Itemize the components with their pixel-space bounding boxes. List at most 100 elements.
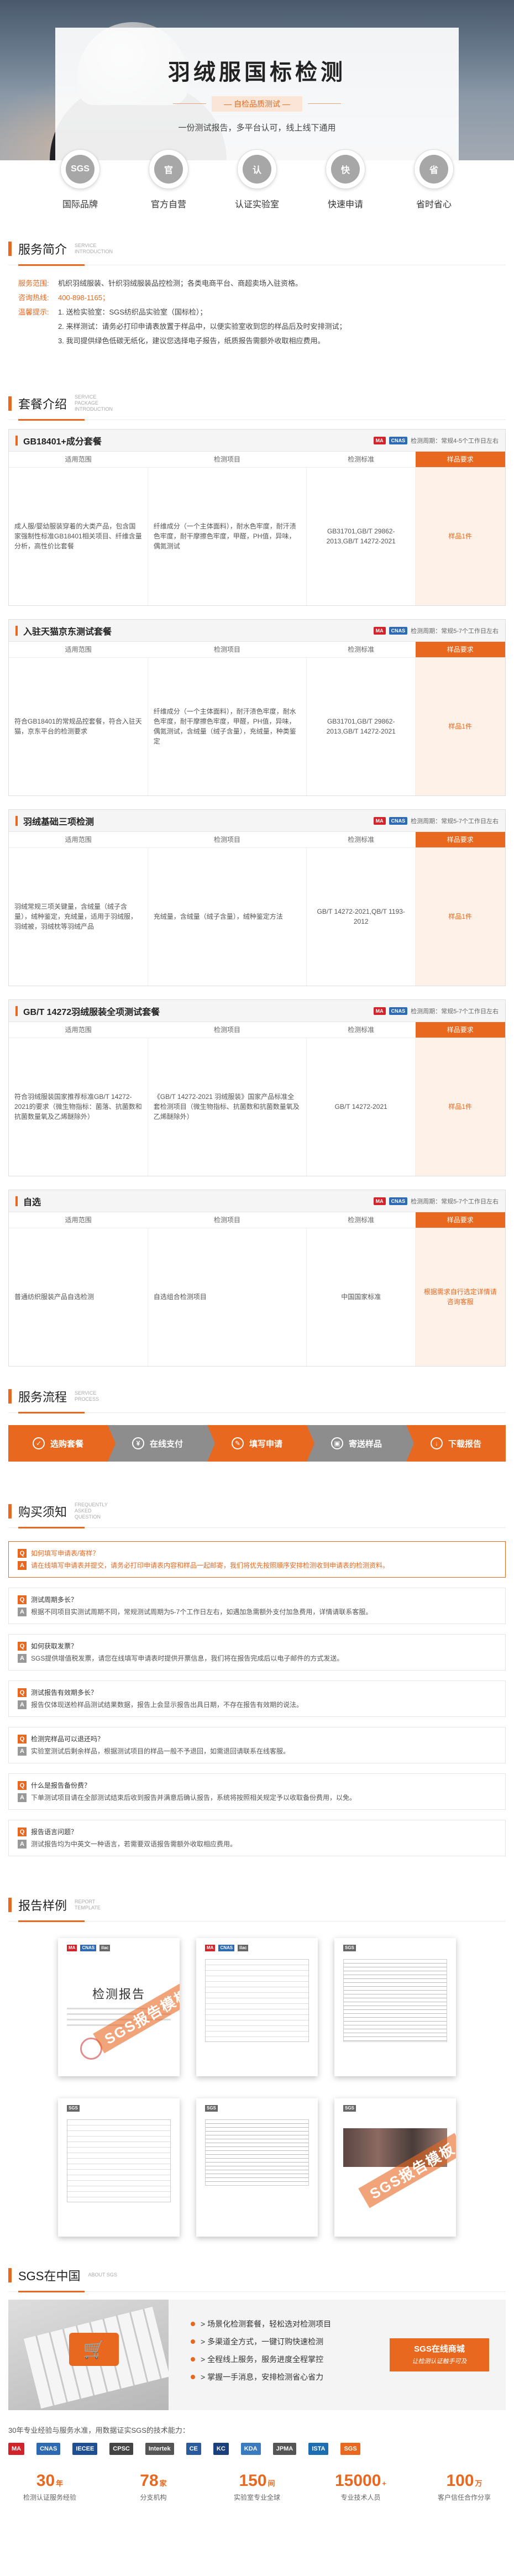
- feature-fast-apply: 快 快速申请: [312, 149, 379, 232]
- package-standard: GB31701,GB/T 29862-2013,GB/T 14272-2021: [306, 657, 416, 795]
- faq-item[interactable]: Q 如何填写申请表/寄样？ A 请在线填写申请表并提交，请务必打印申请表内容和样品一…: [8, 1541, 506, 1578]
- answer-icon: A: [18, 1700, 27, 1709]
- faq-answer: A 请在线填写申请表并提交，请务必打印申请表内容和样品一起邮寄，我们将优先按照顺序…: [18, 1559, 496, 1572]
- faq-question: Q 检测完样品可以退还吗？: [18, 1733, 496, 1745]
- faq-item[interactable]: Q 什么是报告备份费？ A 下单测试项目请在全部测试结束后收到报告并满意后确认报告，…: [8, 1773, 506, 1810]
- sample-requirement: 样品1件: [415, 657, 505, 795]
- package-header: 自选 MA CNAS 检测周期：常规5-7个工作日左右: [9, 1190, 505, 1212]
- section-header: 报告样例 REPORT TEMPLATE: [8, 1888, 506, 1922]
- download-icon: ↓: [430, 1437, 443, 1449]
- hero-subtitle: 一份测试报告，多平台认可，线上线下通用: [178, 123, 336, 133]
- section-bar: [8, 1897, 12, 1912]
- answer-icon: A: [18, 1608, 27, 1616]
- feature-save-time: 省 省时省心: [401, 149, 467, 232]
- question-icon: Q: [18, 1642, 27, 1651]
- package-scope: 符合羽绒服装国家推荐标准GB/T 14272-2021的要求（微生物指标：菌落、…: [9, 1038, 148, 1176]
- heart-icon: 省: [414, 149, 454, 189]
- package-table: 适用范围 检测项目 检测标准 样品要求 羽绒常规三项关键量，含绒量（绒子含量），…: [9, 832, 505, 986]
- report-sample-cover[interactable]: MA CNAS ilac 检测报告 SGS报告模板: [58, 1938, 180, 2076]
- section-title: 购买须知: [18, 1505, 67, 1519]
- section-bar: [8, 241, 12, 256]
- sample-requirement: 样品1件: [415, 847, 505, 986]
- process-section: 服务流程 SERVICE PROCESS ✓ 选购套餐 ¥ 在线支付 ✎ 填写申请 ▣…: [8, 1380, 506, 1462]
- step-download-report[interactable]: ↓ 下载报告: [406, 1425, 506, 1462]
- cnas-logo: CNAS: [389, 626, 408, 635]
- stat-unit: 万: [475, 2479, 482, 2488]
- package-cycle: 检测周期：常规5-7个工作日左右: [411, 1198, 499, 1205]
- answer-icon: A: [18, 1561, 27, 1570]
- scope-key: 服务范围:: [18, 279, 49, 287]
- cert-logo: MA: [8, 2443, 25, 2455]
- col-header: 样品要求: [415, 1022, 505, 1038]
- step-select-package[interactable]: ✓ 选购套餐: [8, 1425, 116, 1462]
- package-standard: 中国国家标准: [306, 1228, 416, 1366]
- col-header: 适用范围: [9, 642, 148, 658]
- question-icon: Q: [18, 1781, 27, 1790]
- feature-international-brand: SGS 国际品牌: [47, 149, 113, 232]
- cert-logo: ISTA: [308, 2443, 329, 2455]
- packages-section: 套餐介绍 SERVICE PACKAGE INTRODUCTION GB1840…: [8, 387, 506, 1366]
- col-header: 检测标准: [306, 1212, 416, 1228]
- faq-question: Q 报告语言问题？: [18, 1826, 496, 1838]
- stat-number: 30: [36, 2472, 55, 2490]
- box-icon: ▣: [331, 1437, 343, 1449]
- package-items: 纤维成分（一个主体面料），耐水色牢度，耐汗渍色牢度，耐干摩擦色牢度，甲醛，PH值…: [148, 467, 307, 605]
- section-title: 服务流程: [18, 1390, 67, 1404]
- cert-logo: Intertek: [145, 2443, 174, 2455]
- report-sample-page[interactable]: SGS: [196, 2098, 318, 2237]
- section-subtitle: FREQUENTLY ASKED QUESTION: [75, 1502, 108, 1520]
- report-table: [67, 2119, 171, 2202]
- report-samples: MA CNAS ilac 检测报告 SGS报告模板 MA CNAS ilac SGS S…: [8, 1921, 506, 2259]
- faq-item[interactable]: Q 测试报告有效期多长？ A 报告仅体现送检样品测试结果数据，报告上会显示报告出具日…: [8, 1680, 506, 1717]
- package-standard: GB/T 14272-2021,QB/T 1193-2012: [306, 847, 416, 986]
- faq-answer: A 下单测试项目请在全部测试结束后收到报告并满意后确认报告，系统将按照相关规定予以…: [18, 1792, 496, 1804]
- report-sample-page[interactable]: SGS: [334, 1938, 456, 2076]
- report-sample-photo[interactable]: SGS SGS报告模板: [334, 2098, 456, 2237]
- answer-icon: A: [18, 1747, 27, 1756]
- col-header: 适用范围: [9, 832, 148, 848]
- faq-item[interactable]: Q 报告语言问题？ A 测试报告均为中英文一种语言，若需要双语报告需额外收取相应费用…: [8, 1820, 506, 1856]
- question-icon: Q: [18, 1688, 27, 1697]
- faq-question: Q 如何填写申请表/寄样？: [18, 1547, 496, 1559]
- cert-logo: JPMA: [272, 2443, 297, 2455]
- rocket-icon: 快: [326, 149, 365, 189]
- cnas-logo: CNAS: [389, 816, 408, 825]
- col-header: 检测项目: [148, 1022, 307, 1038]
- pen-icon: ✎: [231, 1437, 244, 1449]
- section-underline: [18, 264, 85, 266]
- keyboard-cart-image: 🛒: [8, 2300, 169, 2410]
- cnas-logo: CNAS: [389, 436, 408, 444]
- hotline-value[interactable]: 400-898-1165；: [58, 291, 109, 305]
- faq-answer: A 根据不同项目实测试周期不同，常规测试周期为5-7个工作日左右，如遇加急需额外支…: [18, 1606, 496, 1618]
- feature-label: 认证实验室: [234, 200, 279, 210]
- payment-icon: ¥: [132, 1437, 144, 1449]
- faq-item[interactable]: Q 检测完样品可以退还吗？ A 实验室测试后剩余样品，根据测试项目的样品一般不予退回…: [8, 1727, 506, 1763]
- section-title: 套餐介绍: [18, 397, 67, 411]
- faq-item[interactable]: Q 如何获取发票？ A SGS提供增值税发票，请您在线填写申请表时提供开票信息，我们…: [8, 1634, 506, 1671]
- sample-requirement: 样品1件: [415, 467, 505, 605]
- package-items: 纤维成分（一个主体面料），耐汗渍色牢度，耐水色牢度，耐干摩擦色牢度，甲醛，PH值…: [148, 657, 307, 795]
- step-online-pay[interactable]: ¥ 在线支付: [108, 1425, 215, 1462]
- package-cycle: 检测周期：常规4-5个工作日左右: [411, 437, 499, 444]
- tip-item: 2. 来样测试：请务必打印申请表放置于样品中，以便实验室收到您的样品后及时安排测…: [58, 322, 347, 331]
- package-name: GB18401+成分套餐: [23, 437, 102, 447]
- package-table: 适用范围 检测项目 检测标准 样品要求 普通纺织服装产品自选检测 自选组合检测项…: [9, 1212, 505, 1366]
- stat-label: 分支机构: [140, 2494, 167, 2501]
- package-cycle: 检测周期：常规5-7个工作日左右: [411, 818, 499, 825]
- faq-item[interactable]: Q 测试周期多长？ A 根据不同项目实测试周期不同，常规测试周期为5-7个工作日左右…: [8, 1588, 506, 1624]
- section-title: 服务简介: [18, 242, 67, 256]
- report-sample-page[interactable]: MA CNAS ilac: [196, 1938, 318, 2076]
- section-underline: [18, 419, 85, 421]
- step-send-sample[interactable]: ▣ 寄送样品: [307, 1425, 414, 1462]
- service-intro-body: 服务范围: 机织羽绒服装、针织羽绒服装品控检测；各类电商平台、商超卖场入驻资格。 …: [8, 265, 506, 354]
- col-header: 适用范围: [9, 1212, 148, 1228]
- sgs-points: > 场景化检测套餐，轻松选对检测项目 > 多渠道全方式，一键订购快速检测 > 全…: [191, 2315, 331, 2386]
- package-list: GB18401+成分套餐 MA CNAS 检测周期：常规4-5个工作日左右 适用…: [8, 420, 506, 1366]
- process-flow: ✓ 选购套餐 ¥ 在线支付 ✎ 填写申请 ▣ 寄送样品 ↓ 下载报告: [8, 1425, 506, 1462]
- online-store-button[interactable]: SGS在线商城 让检测认证触手可及: [390, 2338, 489, 2371]
- faq-answer: A 测试报告均为中英文一种语言，若需要双语报告需额外收取相应费用。: [18, 1838, 496, 1850]
- tip-item: 1. 送检实验室：SGS纺织品实验室（国标检）；: [58, 308, 207, 316]
- reports-section: 报告样例 REPORT TEMPLATE MA CNAS ilac 检测报告 SGS…: [8, 1888, 506, 2259]
- step-fill-form[interactable]: ✎ 填写申请: [207, 1425, 314, 1462]
- report-sample-page[interactable]: SGS: [58, 2098, 180, 2237]
